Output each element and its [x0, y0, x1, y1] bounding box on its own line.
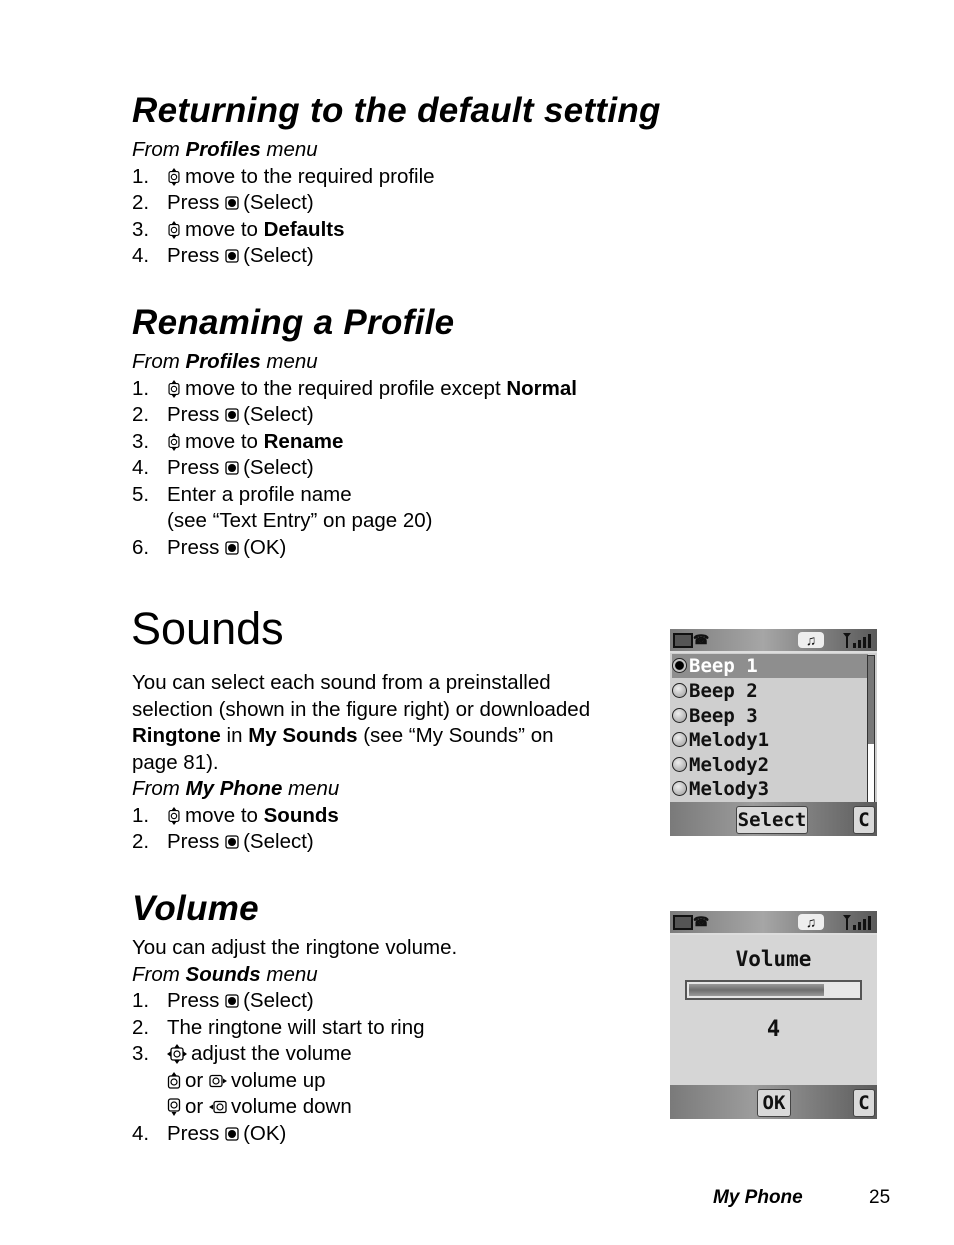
softkey-bar: OK C: [670, 1085, 877, 1119]
select-key-icon: [225, 249, 239, 263]
volume-bar[interactable]: [685, 980, 862, 1000]
nav-left-icon: [209, 1100, 227, 1114]
ringer-vibrate-icon: ♫: [798, 632, 824, 648]
step-item: 3. move to Defaults: [132, 217, 345, 241]
step-item: 1. move to the required profile: [132, 164, 435, 188]
scrollbar-thumb[interactable]: [868, 656, 874, 744]
nav-up-down-icon: [167, 221, 181, 239]
step-item: 2. Press (Select): [132, 191, 314, 214]
battery-icon: [673, 633, 693, 648]
list-item[interactable]: Melody1: [672, 728, 868, 752]
radio-icon: [672, 781, 687, 796]
ok-softkey[interactable]: OK: [757, 1089, 791, 1117]
softkey-bar: Select C: [670, 802, 877, 836]
status-bar: ☎ ♫: [670, 911, 877, 935]
select-key-icon: [225, 408, 239, 422]
section-heading-volume: Volume: [132, 889, 259, 928]
step-item: 3. adjust the volume: [132, 1042, 352, 1065]
radio-icon: [672, 757, 687, 772]
from-menu-line: From Profiles menu: [132, 138, 318, 161]
step-sub-line: or volume up: [132, 1068, 457, 1095]
nav-up-icon: [167, 1072, 181, 1090]
returning-block: From Profiles menu 1. move to the require…: [132, 137, 435, 270]
nav-down-icon: [167, 1098, 181, 1116]
ringer-vibrate-icon: ♫: [798, 914, 824, 930]
list-item[interactable]: Melody3: [672, 777, 868, 801]
paragraph-line: page 81).: [132, 750, 219, 774]
battery-icon: [673, 915, 693, 930]
nav-up-down-icon: [167, 807, 181, 825]
volume-bar-fill: [689, 984, 825, 996]
step-item: 1. move to the required profile except No…: [132, 376, 577, 400]
profile-1-icon: ☎: [693, 632, 710, 647]
step-item: 2. The ringtone will start to ring: [132, 1015, 425, 1039]
paragraph-line: You can adjust the ringtone volume.: [132, 936, 458, 959]
from-menu-line: From Sounds menu: [132, 962, 318, 986]
volume-phone-screen: ☎ ♫ Volume 4 OK C: [670, 911, 877, 1119]
paragraph-line: Ringtone in My Sounds (see “My Sounds” o…: [132, 724, 554, 747]
footer-section-title: My Phone: [713, 1187, 803, 1208]
step-item: 1. move to Sounds: [132, 803, 339, 827]
sounds-block: You can select each sound from a preinst…: [132, 670, 590, 856]
volume-screen-title: Volume: [735, 947, 812, 971]
select-key-icon: [225, 541, 239, 555]
radio-icon: [672, 708, 687, 723]
list-item[interactable]: Beep 1: [672, 654, 868, 678]
profile-1-icon: ☎: [693, 914, 710, 929]
renaming-block: From Profiles menu 1. move to the require…: [132, 349, 577, 561]
volume-block: You can adjust the ringtone volume. From…: [132, 935, 457, 1147]
signal-strength-icon: [842, 914, 874, 930]
step-item: 5. Enter a profile name: [132, 482, 352, 506]
list-item[interactable]: Melody2: [672, 753, 868, 777]
list-item[interactable]: Beep 3: [672, 704, 868, 728]
clear-softkey[interactable]: C: [853, 1089, 875, 1117]
select-key-icon: [225, 461, 239, 475]
nav-up-down-icon: [167, 433, 181, 451]
sounds-phone-screen: ☎ ♫ Beep 1 Beep 2 Beep 3 Melody1 Melody2…: [670, 629, 877, 836]
select-key-icon: [225, 196, 239, 210]
radio-icon: [672, 683, 687, 698]
step-sub-line: or volume down: [132, 1094, 457, 1121]
step-item: 6. Press (OK): [132, 535, 287, 559]
status-bar: ☎ ♫: [670, 629, 877, 653]
step-item: 1. Press (Select): [132, 989, 314, 1012]
step-continuation: (see “Text Entry” on page 20): [167, 509, 433, 532]
paragraph-line: selection (shown in the figure right) or…: [132, 697, 591, 721]
clear-softkey[interactable]: C: [853, 806, 875, 834]
radio-selected-icon: [672, 658, 687, 673]
scrollbar[interactable]: [867, 655, 875, 803]
nav-up-down-icon: [167, 380, 181, 398]
signal-strength-icon: [842, 632, 874, 648]
select-key-icon: [225, 994, 239, 1008]
step-item: 4. Press (Select): [132, 456, 314, 479]
paragraph-line: You can select each sound from a preinst…: [132, 671, 551, 694]
page-number: 25: [869, 1187, 891, 1208]
step-item: 3. move to Rename: [132, 429, 344, 453]
section-heading-renaming: Renaming a Profile: [132, 303, 455, 342]
select-key-icon: [225, 1127, 239, 1141]
select-key-icon: [225, 835, 239, 849]
nav-4way-icon: [167, 1044, 187, 1064]
radio-icon: [672, 732, 687, 747]
nav-up-down-icon: [167, 168, 181, 186]
select-softkey[interactable]: Select: [736, 806, 808, 834]
step-item: 4. Press (OK): [132, 1121, 287, 1145]
nav-right-icon: [209, 1074, 227, 1088]
from-menu-line: From Profiles menu: [132, 350, 318, 373]
list-item[interactable]: Beep 2: [672, 679, 868, 703]
section-heading-returning: Returning to the default setting: [132, 91, 661, 130]
section-heading-sounds: Sounds: [131, 603, 284, 654]
step-item: 4. Press (Select): [132, 244, 314, 267]
step-item: 2. Press (Select): [132, 403, 314, 426]
volume-level: 4: [766, 1017, 781, 1042]
from-menu-line: From My Phone menu: [132, 777, 340, 800]
step-item: 2. Press (Select): [132, 830, 314, 853]
